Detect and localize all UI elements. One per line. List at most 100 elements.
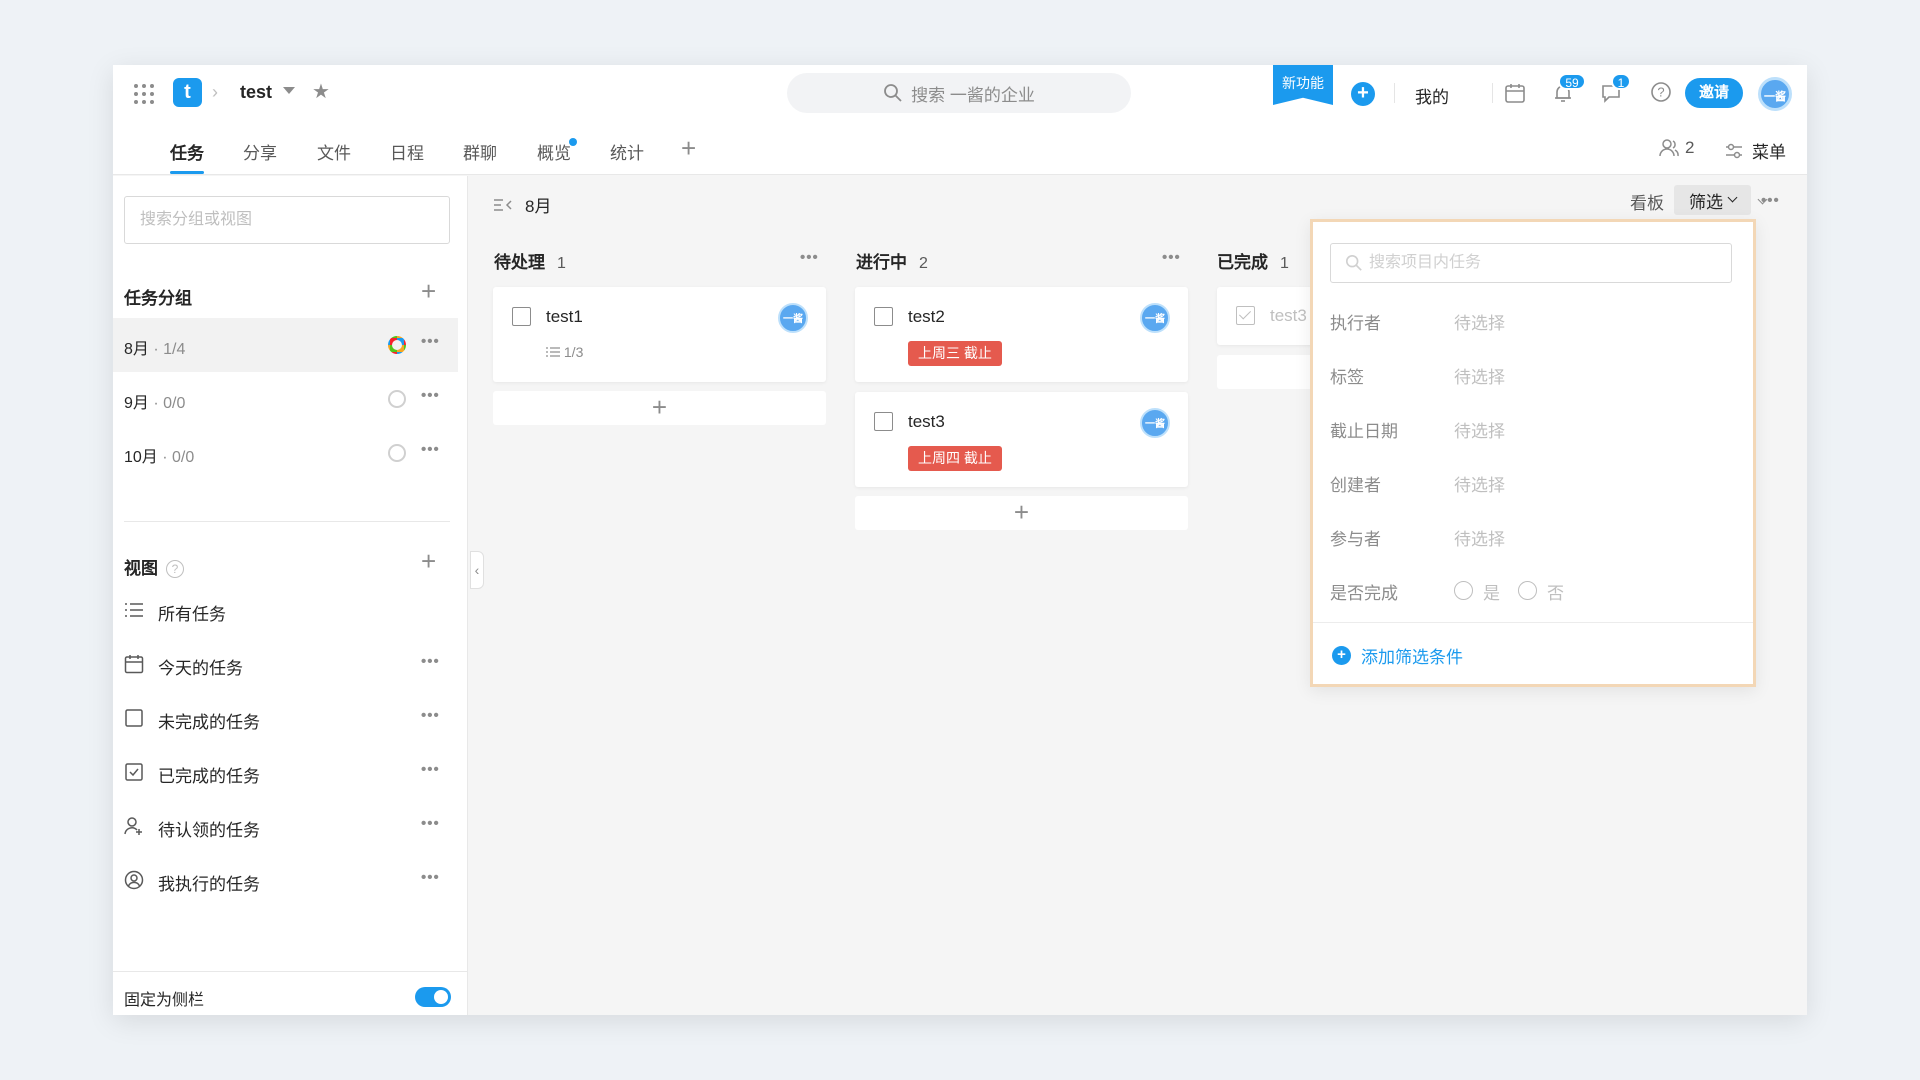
pin-sidebar-label: 固定为侧栏	[124, 992, 205, 1009]
star-icon[interactable]: ★	[312, 79, 330, 104]
task-checkbox[interactable]	[874, 412, 893, 431]
sidebar: 搜索分组或视图 任务分组 + 8月 · 1/4 ••• 9月 · 0/0 •••…	[113, 176, 468, 1015]
view-item-mine[interactable]: 我执行的任务 •••	[124, 865, 454, 895]
filter-row-participants[interactable]: 参与者 待选择	[1330, 525, 1730, 549]
more-icon[interactable]: •••	[421, 653, 440, 670]
pin-sidebar-toggle[interactable]	[415, 987, 451, 1007]
board-more-icon[interactable]: •••	[1761, 192, 1780, 209]
tab-share[interactable]: 分享	[243, 139, 277, 164]
filter-search-input[interactable]: 搜索项目内任务	[1330, 243, 1732, 283]
tab-files[interactable]: 文件	[317, 139, 351, 164]
more-icon[interactable]: •••	[421, 387, 440, 404]
filter-row-tags[interactable]: 标签 待选择	[1330, 363, 1730, 387]
tab-tasks[interactable]: 任务	[170, 139, 204, 164]
filter-row-creator[interactable]: 创建者 待选择	[1330, 471, 1730, 495]
tab-statistics[interactable]: 统计	[610, 139, 644, 164]
search-icon	[1345, 254, 1362, 271]
apps-grid-icon[interactable]	[133, 83, 155, 105]
calendar-icon[interactable]	[1504, 82, 1526, 109]
filter-value[interactable]: 待选择	[1454, 525, 1505, 550]
task-title: test3	[1270, 306, 1307, 325]
assignee-avatar[interactable]: 一酱	[778, 303, 808, 333]
divider	[124, 521, 450, 522]
column-more-icon[interactable]: •••	[1162, 249, 1181, 266]
view-item-today[interactable]: 今天的任务 •••	[124, 649, 454, 679]
help-icon[interactable]: ?	[166, 560, 184, 578]
messages-badge: 1	[1611, 73, 1631, 90]
radio-yes[interactable]	[1454, 581, 1473, 600]
add-group-icon[interactable]: +	[421, 276, 436, 307]
view-item-all[interactable]: 所有任务	[124, 595, 454, 625]
view-item-completed[interactable]: 已完成的任务 •••	[124, 757, 454, 787]
more-icon[interactable]: •••	[421, 707, 440, 724]
more-icon[interactable]: •••	[421, 869, 440, 886]
task-card[interactable]: test1 一酱 1/3	[493, 287, 826, 382]
group-item-oct[interactable]: 10月 · 0/0 •••	[113, 426, 458, 480]
group-item-sep[interactable]: 9月 · 0/0 •••	[113, 372, 458, 426]
collapse-list-icon[interactable]	[493, 197, 513, 213]
task-checkbox-checked[interactable]	[1236, 306, 1255, 325]
filter-value[interactable]: 待选择	[1454, 309, 1505, 334]
subtask-progress: 1/3	[546, 344, 583, 360]
task-card[interactable]: test2 一酱 上周三 截止	[855, 287, 1188, 382]
project-name[interactable]: test	[240, 82, 272, 103]
group-label: 9月 · 0/0	[124, 395, 186, 412]
group-item-aug[interactable]: 8月 · 1/4 •••	[113, 318, 458, 372]
filter-value[interactable]: 待选择	[1454, 417, 1505, 442]
assignee-avatar[interactable]: 一酱	[1140, 303, 1170, 333]
divider	[1492, 83, 1493, 103]
task-checkbox[interactable]	[874, 307, 893, 326]
members-button[interactable]: 2	[1659, 138, 1694, 158]
add-task-button[interactable]: +	[493, 391, 826, 425]
add-view-icon[interactable]: +	[421, 546, 436, 577]
filter-value[interactable]: 待选择	[1454, 471, 1505, 496]
more-icon[interactable]: •••	[421, 441, 440, 458]
task-checkbox[interactable]	[512, 307, 531, 326]
view-item-incomplete[interactable]: 未完成的任务 •••	[124, 703, 454, 733]
assignee-avatar[interactable]: 一酱	[1140, 408, 1170, 438]
filter-row-assignee[interactable]: 执行者 待选择	[1330, 309, 1730, 333]
add-tab-icon[interactable]: +	[681, 133, 696, 164]
filter-row-due-date[interactable]: 截止日期 待选择	[1330, 417, 1730, 441]
filter-button[interactable]: 筛选	[1674, 185, 1751, 215]
app-logo[interactable]: t	[173, 78, 202, 107]
view-label: 今天的任务	[158, 659, 243, 678]
menu-button[interactable]: 菜单	[1724, 138, 1786, 163]
menu-label: 菜单	[1752, 143, 1786, 162]
create-plus-icon[interactable]: +	[1351, 82, 1375, 106]
filter-panel: 搜索项目内任务 执行者 待选择 标签 待选择 截止日期 待选择 创建者 待选择 …	[1310, 219, 1756, 687]
filter-value[interactable]: 待选择	[1454, 363, 1505, 388]
more-icon[interactable]: •••	[421, 815, 440, 832]
board-title: 8月	[525, 197, 552, 216]
more-icon[interactable]: •••	[421, 761, 440, 778]
user-avatar[interactable]: 一酱	[1758, 77, 1792, 111]
column-more-icon[interactable]: •••	[800, 249, 819, 266]
project-dropdown-icon[interactable]	[283, 87, 295, 94]
add-filter-condition-button[interactable]: + 添加筛选条件	[1332, 643, 1463, 668]
tab-schedule[interactable]: 日程	[390, 139, 424, 164]
breadcrumb-chevron-icon: ›	[212, 82, 218, 102]
user-circle-icon	[124, 870, 144, 890]
invite-button[interactable]: 邀请	[1685, 78, 1743, 108]
column-title-done: 已完成 1	[1217, 253, 1289, 272]
collapse-sidebar-chevron-icon[interactable]: ‹	[470, 551, 484, 589]
due-date-tag: 上周四 截止	[908, 446, 1002, 471]
sidebar-search-input[interactable]: 搜索分组或视图	[124, 196, 450, 244]
view-label: 所有任务	[158, 605, 226, 624]
mine-link[interactable]: 我的	[1410, 83, 1454, 108]
view-item-unclaimed[interactable]: 待认领的任务 •••	[124, 811, 454, 841]
help-icon[interactable]: ?	[1650, 81, 1672, 108]
radio-no-label: 否	[1547, 584, 1564, 603]
tab-overview[interactable]: 概览	[537, 139, 571, 164]
radio-no[interactable]	[1518, 581, 1537, 600]
add-task-button[interactable]: +	[855, 496, 1188, 530]
notifications-badge: 59	[1558, 73, 1586, 90]
views-title: 视图?	[124, 554, 184, 579]
tab-group-chat[interactable]: 群聊	[463, 139, 497, 164]
new-feature-ribbon[interactable]: 新功能	[1273, 65, 1333, 105]
global-search[interactable]: 搜索 一酱的企业	[787, 73, 1131, 113]
filter-row-completion: 是否完成 是 否	[1330, 579, 1730, 603]
more-icon[interactable]: •••	[421, 333, 440, 350]
calendar-icon	[124, 655, 144, 674]
task-card[interactable]: test3 一酱 上周四 截止	[855, 392, 1188, 487]
